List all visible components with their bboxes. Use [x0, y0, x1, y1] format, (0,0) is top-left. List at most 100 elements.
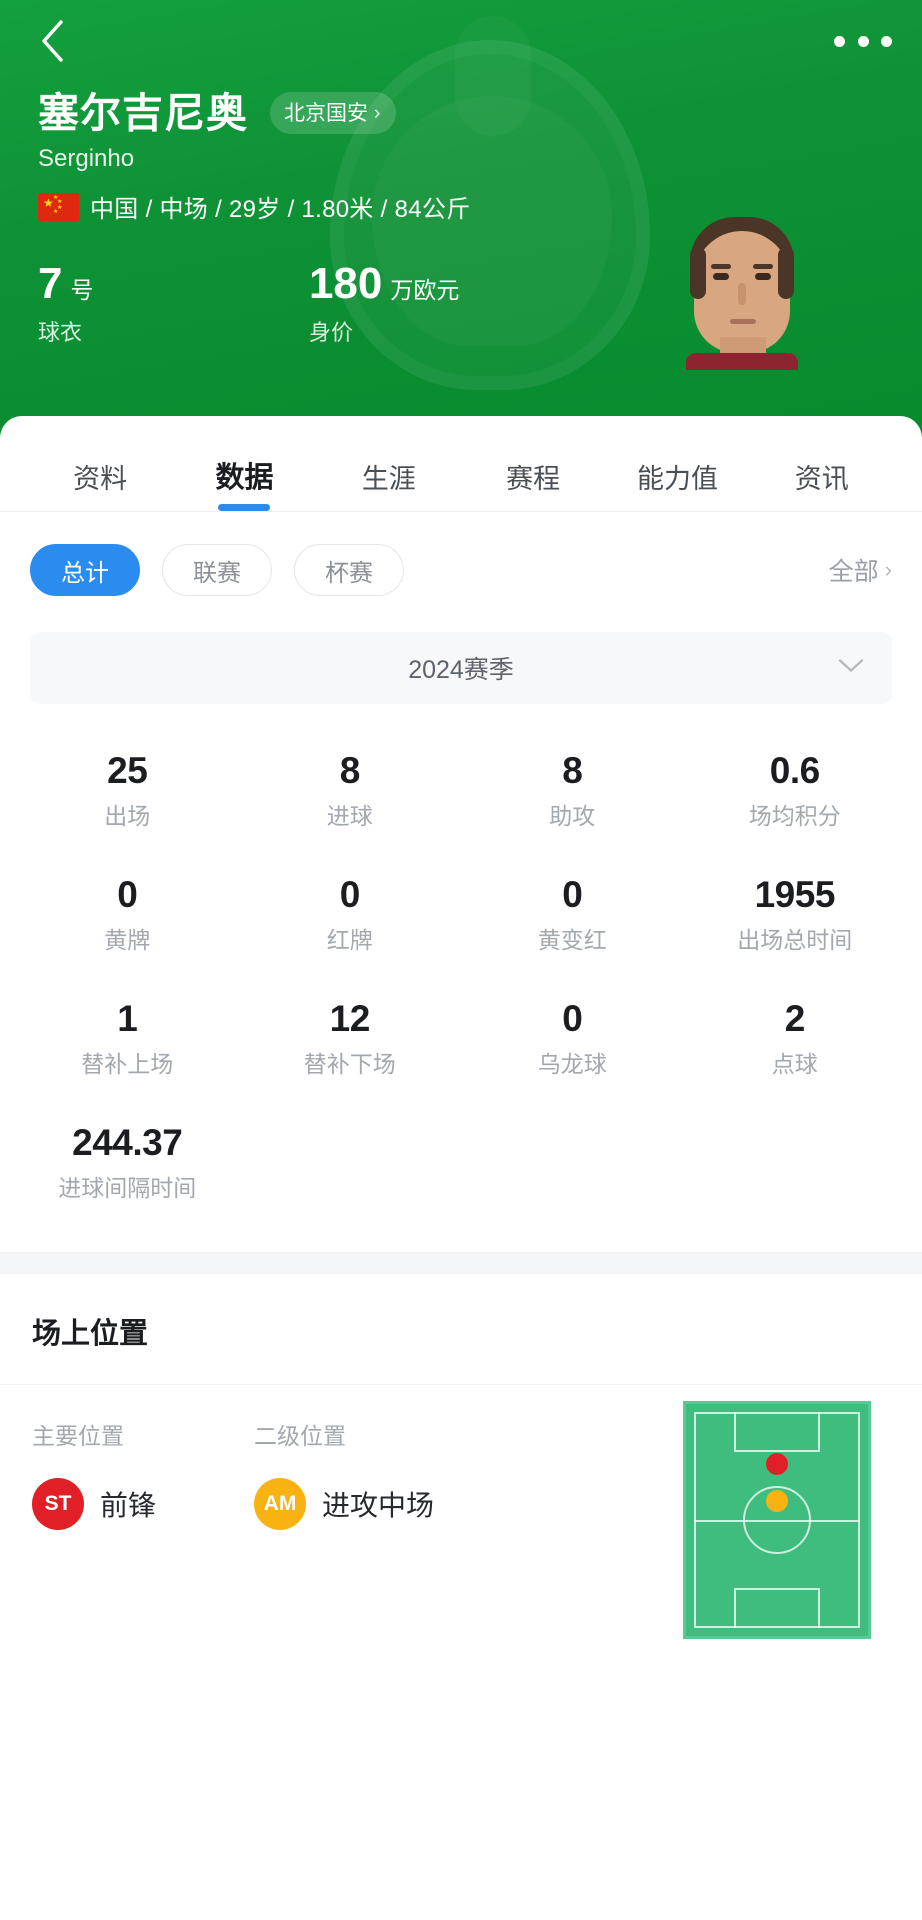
stat-cell: 8 助攻 — [461, 752, 684, 828]
tab-saicheng[interactable]: 赛程 — [461, 466, 605, 511]
stat-cell: 0 红牌 — [239, 876, 462, 952]
stat-cell: 0.6 场均积分 — [684, 752, 907, 828]
stat-cell: 12 替补下场 — [239, 1000, 462, 1076]
stats-grid: 25 出场 8 进球 8 助攻 0.6 场均积分 0 黄牌 0 红牌 0 黄变红… — [0, 704, 922, 1200]
back-button[interactable] — [30, 19, 74, 63]
photo-hair-right — [778, 247, 794, 299]
position-body: 主要位置 ST 前锋 二级位置 AM 进攻中场 — [0, 1385, 922, 1685]
chevron-right-icon: › — [884, 557, 892, 582]
market-value-unit: 万欧元 — [390, 277, 460, 303]
secondary-position-row: AM 进攻中场 — [254, 1478, 476, 1530]
market-value-label: 身价 — [308, 320, 353, 345]
tab-bar: 资料 数据 生涯 赛程 能力值 资讯 — [0, 416, 922, 512]
stat-label: 出场总时间 — [737, 927, 853, 953]
market-value-number: 180 — [308, 259, 383, 308]
filter-all-button[interactable]: 全部 › — [829, 552, 892, 588]
stat-cell: 2 点球 — [684, 1000, 907, 1076]
stat-value: 2 — [784, 998, 806, 1039]
player-meta-row: ★ ★ ★ ★ ★ 中国 / 中场 / 29岁 / 1.80米 / 84公斤 — [38, 189, 471, 224]
primary-position-row: ST 前锋 — [32, 1478, 254, 1530]
season-selector[interactable]: 2024赛季 — [30, 632, 892, 704]
pitch-marker-am — [766, 1490, 788, 1513]
more-dot-1 — [834, 35, 845, 47]
chevron-down-icon — [838, 658, 864, 679]
shirt-number-unit: 号 — [70, 277, 94, 303]
stat-value: 8 — [339, 750, 361, 791]
stat-cell: 8 进球 — [239, 752, 462, 828]
photo-nose — [738, 283, 746, 305]
stat-value: 0 — [562, 874, 583, 915]
stat-value: 8 — [562, 750, 583, 791]
more-dot-3 — [881, 35, 892, 47]
player-meta-text: 中国 / 中场 / 29岁 / 1.80米 / 84公斤 — [90, 196, 471, 224]
tab-zixun[interactable]: 资讯 — [750, 466, 894, 511]
stat-cell: 0 黄变红 — [461, 876, 684, 952]
tab-label: 资讯 — [794, 464, 849, 494]
stat-value: 244.37 — [72, 1122, 183, 1163]
stat-label: 乌龙球 — [537, 1051, 607, 1077]
tab-label: 资料 — [73, 464, 128, 494]
stat-cell: 0 黄牌 — [16, 876, 239, 952]
stat-value: 25 — [107, 750, 148, 791]
stat-label: 替补上场 — [81, 1051, 174, 1077]
stat-cell: 1955 出场总时间 — [684, 876, 907, 952]
photo-hair-left — [690, 247, 706, 299]
stat-label: 黄变红 — [537, 927, 607, 953]
tab-label: 能力值 — [636, 464, 718, 494]
more-dot-2 — [857, 35, 869, 47]
filter-chip-cup[interactable]: 杯赛 — [294, 544, 404, 596]
stat-label: 替补下场 — [303, 1051, 396, 1077]
pitch-marker-st — [766, 1453, 788, 1476]
filter-chip-league[interactable]: 联赛 — [162, 544, 272, 596]
player-name-cn: 塞尔吉尼奥 — [38, 89, 248, 136]
tab-shengya[interactable]: 生涯 — [317, 466, 461, 511]
header-stats: 7 号 球衣 180 万欧元 身价 — [38, 262, 558, 344]
photo-mouth — [730, 319, 756, 324]
season-label: 2024赛季 — [408, 656, 514, 684]
stat-label: 出场 — [104, 803, 151, 829]
more-options-button[interactable] — [834, 21, 892, 61]
stat-cell-empty — [461, 1124, 684, 1200]
stat-label: 进球 — [326, 803, 373, 829]
primary-position-label: 主要位置 — [32, 1423, 124, 1449]
stat-cell: 244.37 进球间隔时间 — [16, 1124, 239, 1200]
tab-label: 赛程 — [506, 464, 561, 494]
player-photo — [682, 195, 802, 370]
stat-value: 0.6 — [769, 750, 820, 791]
photo-eye-right — [755, 273, 771, 280]
team-chip[interactable]: 北京国安 › — [270, 92, 397, 134]
chevron-left-icon — [39, 19, 65, 63]
filter-chip-total[interactable]: 总计 — [30, 544, 140, 596]
tab-nenglizhi[interactable]: 能力值 — [605, 466, 749, 511]
position-section: 场上位置 主要位置 ST 前锋 二级位置 AM 进攻中场 — [0, 1274, 922, 1685]
china-flag-icon: ★ ★ ★ ★ ★ — [38, 192, 79, 221]
flag-star-4: ★ — [53, 208, 59, 215]
secondary-position-label: 二级位置 — [254, 1423, 346, 1449]
chevron-right-icon: › — [374, 102, 381, 124]
primary-position-name: 前锋 — [100, 1490, 157, 1521]
stat-value: 1 — [117, 998, 138, 1039]
photo-eye-left — [713, 273, 729, 280]
market-value-stat: 180 万欧元 身价 — [309, 262, 558, 344]
player-name-row: 塞尔吉尼奥 北京国安 › — [38, 92, 471, 134]
stat-value: 0 — [562, 998, 583, 1039]
competition-filter-row: 总计 联赛 杯赛 全部 › — [0, 512, 922, 596]
pitch-penalty-box-bottom — [734, 1588, 820, 1628]
stat-label: 场均积分 — [748, 803, 841, 829]
stat-value: 0 — [117, 874, 138, 915]
secondary-position-col: 二级位置 AM 进攻中场 — [254, 1425, 476, 1530]
photo-brow-left — [711, 264, 731, 269]
player-identity: 塞尔吉尼奥 北京国安 › Serginho ★ ★ ★ ★ ★ 中国 / 中场 … — [38, 92, 471, 224]
stat-cell: 0 乌龙球 — [461, 1000, 684, 1076]
team-name: 北京国安 — [284, 101, 368, 125]
photo-brow-right — [753, 264, 773, 269]
pitch-diagram — [683, 1401, 871, 1639]
position-section-title: 场上位置 — [0, 1274, 922, 1385]
stat-cell: 25 出场 — [16, 752, 239, 828]
top-navbar — [0, 0, 922, 82]
content-sheet: 资料 数据 生涯 赛程 能力值 资讯 总计 联赛 杯赛 全部 › 2024赛季 — [0, 416, 922, 1685]
player-name-en: Serginho — [38, 145, 135, 172]
tab-ziliao[interactable]: 资料 — [28, 466, 172, 511]
shirt-number-value: 7 — [38, 259, 63, 308]
tab-shuju[interactable]: 数据 — [172, 464, 316, 511]
